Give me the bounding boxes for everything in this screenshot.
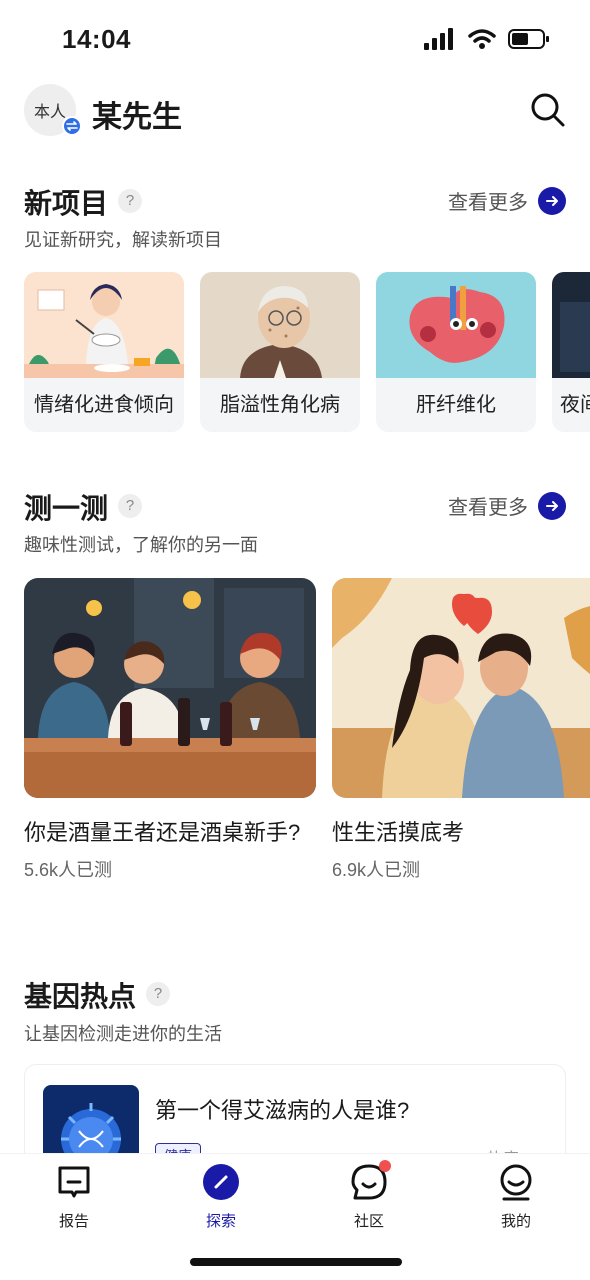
arrow-right-icon — [538, 186, 566, 215]
elderly-man-illustration — [200, 272, 360, 378]
gene-hotspots-header: 基因热点 ? — [24, 975, 566, 1015]
quiz-card[interactable]: 你是酒量王者还是酒桌新手? 5.6k人已测 — [24, 578, 316, 882]
quiz-count: 6.9k人已测 — [332, 860, 421, 880]
quiz-header: 测一测 ? 查看更多 — [24, 487, 566, 527]
see-more-label: 查看更多 — [448, 497, 528, 519]
nav-item-community[interactable]: 社区 — [329, 1160, 409, 1231]
see-more-label: 查看更多 — [448, 192, 528, 214]
friends-drinking-illustration — [24, 578, 316, 798]
help-icon[interactable]: ? — [118, 494, 142, 518]
user-name[interactable]: 某先生 — [92, 92, 182, 136]
switch-user-icon[interactable] — [62, 116, 82, 136]
project-label: 夜间 — [560, 394, 590, 416]
project-card[interactable]: 肝纤维化 — [376, 272, 536, 432]
header: 本人 某先生 — [24, 84, 566, 136]
see-more-new-projects[interactable]: 查看更多 — [448, 186, 566, 215]
project-label: 情绪化进食倾向 — [34, 394, 174, 416]
new-projects-header: 新项目 ? 查看更多 — [24, 182, 566, 222]
section-subtitle: 让基因检测走进你的生活 — [24, 1024, 222, 1044]
help-icon[interactable]: ? — [118, 189, 142, 213]
nav-label: 报告 — [58, 1213, 89, 1230]
nav-item-explore[interactable]: 探索 — [181, 1162, 261, 1231]
new-projects-carousel[interactable]: 情绪化进食倾向 脂溢性角化病 肝纤维化 夜 — [24, 272, 590, 434]
night-scene-illustration — [552, 272, 590, 378]
profile-icon — [500, 1164, 532, 1201]
section-title-new-projects: 新项目 — [24, 188, 109, 219]
project-card[interactable]: 夜间 — [552, 272, 590, 432]
search-button[interactable] — [530, 92, 566, 128]
project-card[interactable]: 情绪化进食倾向 — [24, 272, 184, 432]
nav-label: 社区 — [353, 1213, 384, 1230]
avatar-text: 本人 — [33, 104, 66, 121]
status-icons — [424, 28, 550, 50]
quiz-count: 5.6k人已测 — [24, 860, 113, 880]
project-label: 脂溢性角化病 — [220, 394, 340, 416]
report-icon — [58, 1166, 90, 1198]
battery-icon — [508, 29, 549, 49]
see-more-quizzes[interactable]: 查看更多 — [448, 491, 566, 520]
wifi-icon — [468, 29, 496, 49]
quiz-title: 你是酒量王者还是酒桌新手? — [24, 820, 301, 845]
section-title-quiz: 测一测 — [24, 493, 109, 524]
gene-article-title: 第一个得艾滋病的人是谁? — [155, 1098, 410, 1123]
home-indicator[interactable] — [190, 1258, 402, 1266]
quiz-title: 性生活摸底考 — [332, 820, 465, 845]
nav-item-report[interactable]: 报告 — [34, 1162, 114, 1231]
woman-eating-illustration — [24, 272, 184, 378]
section-subtitle: 趣味性测试，了解你的另一面 — [24, 535, 258, 555]
notification-dot — [379, 1160, 391, 1172]
project-card[interactable]: 脂溢性角化病 — [200, 272, 360, 432]
arrow-right-icon — [538, 491, 566, 520]
section-title-gene-hotspots: 基因热点 — [24, 981, 137, 1012]
signal-icon — [424, 28, 453, 50]
quiz-card[interactable]: 性生活摸底考 6.9k人已测 — [332, 578, 590, 882]
status-bar: 14:04 — [0, 0, 590, 70]
project-label: 肝纤维化 — [416, 394, 496, 416]
explore-icon — [203, 1164, 239, 1200]
status-time: 14:04 — [62, 24, 131, 54]
nav-label: 探索 — [205, 1213, 236, 1230]
couple-kissing-illustration — [332, 578, 590, 798]
nav-item-profile[interactable]: 我的 — [476, 1162, 556, 1231]
help-icon[interactable]: ? — [146, 982, 170, 1006]
nav-label: 我的 — [500, 1213, 531, 1230]
search-icon — [531, 93, 565, 127]
liver-illustration — [376, 272, 536, 378]
section-subtitle: 见证新研究，解读新项目 — [24, 230, 222, 250]
